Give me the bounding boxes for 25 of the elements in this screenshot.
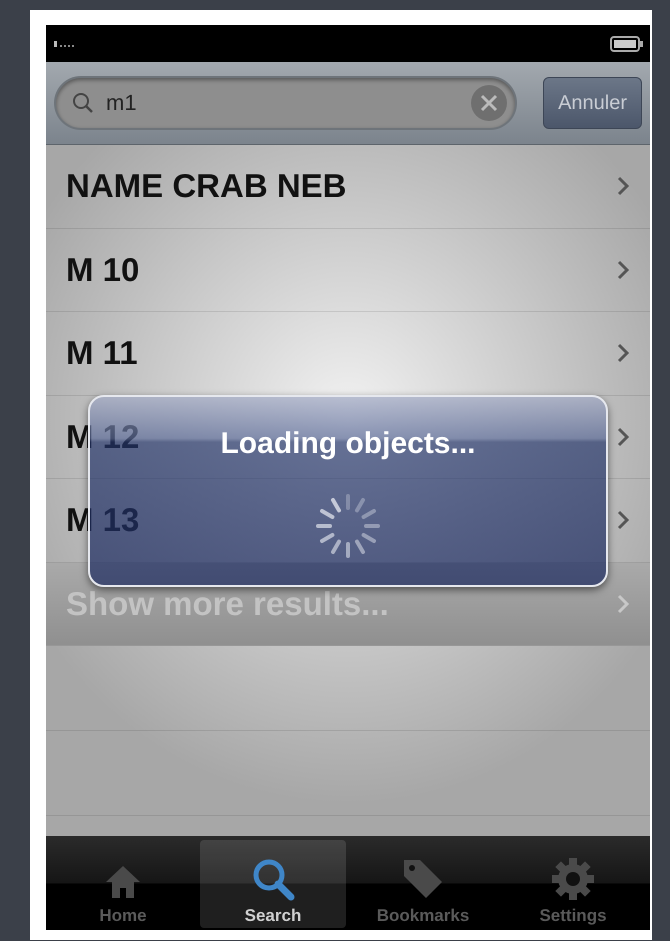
row-title: M 11: [66, 334, 138, 372]
signal-icon: [54, 40, 76, 46]
tab[interactable]: Bookmarks: [350, 840, 496, 928]
clear-icon[interactable]: [471, 85, 508, 121]
chevron-icon: [616, 509, 630, 532]
search-input[interactable]: m1: [104, 89, 462, 117]
spinner-icon: [313, 491, 383, 561]
tab[interactable]: Home: [50, 840, 196, 928]
settings-icon: [550, 856, 596, 902]
search-field[interactable]: m1: [56, 78, 516, 128]
row-title: M 10: [66, 250, 140, 289]
chevron-icon: [616, 342, 630, 364]
result-row[interactable]: M 10: [46, 228, 650, 312]
chevron-icon: [616, 592, 630, 615]
result-row[interactable]: NAME CRAB NEB: [46, 145, 650, 228]
search-icon: [72, 92, 94, 114]
chevron-icon: [616, 426, 630, 448]
tab[interactable]: Settings: [500, 840, 646, 928]
cancel-button[interactable]: Annuler: [543, 77, 642, 129]
chevron-icon: [616, 175, 630, 198]
chevron-icon: [616, 258, 630, 281]
battery-icon: [610, 34, 644, 52]
loading-message: Loading objects...: [220, 427, 476, 461]
tab[interactable]: Search: [200, 840, 346, 928]
row-title: NAME CRAB NEB: [66, 167, 346, 206]
